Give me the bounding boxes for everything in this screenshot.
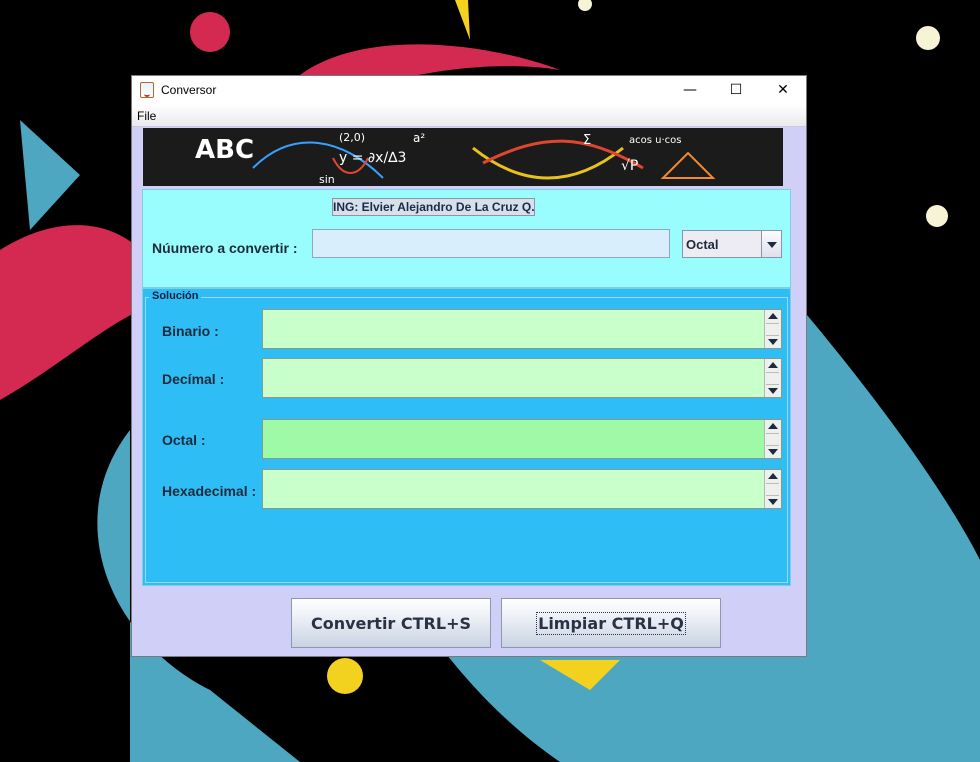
- chalk-sin: sin: [319, 173, 335, 186]
- decimal-scrollbar[interactable]: [764, 359, 781, 397]
- chalk-root: √P: [621, 158, 638, 174]
- binary-output[interactable]: [262, 309, 782, 349]
- author-label: ING: Elvier Alejandro De La Cruz Q...: [332, 198, 535, 216]
- number-label: Núumero a convertir :: [152, 240, 298, 256]
- chevron-down-icon[interactable]: [761, 231, 781, 257]
- conversor-window: Conversor — ☐ ✕ File ABC y = ∂x/∆3 (2,0)…: [131, 75, 807, 657]
- base-select-value: Octal: [686, 237, 719, 252]
- chalk-sigma: Σ: [583, 133, 591, 148]
- scroll-thumb[interactable]: [766, 372, 779, 385]
- scroll-thumb[interactable]: [766, 433, 779, 446]
- java-app-icon: [140, 82, 154, 98]
- hexadecimal-scrollbar[interactable]: [764, 470, 781, 508]
- math-banner-image: ABC y = ∂x/∆3 (2,0) Σ acos u·cos √P sin …: [143, 128, 783, 186]
- chalk-cos: acos u·cos: [629, 135, 681, 146]
- menu-file[interactable]: File: [137, 109, 156, 123]
- clear-button[interactable]: Limpiar CTRL+Q: [501, 598, 721, 648]
- menu-bar: File: [132, 105, 806, 127]
- scroll-up-icon[interactable]: [768, 313, 778, 319]
- scroll-thumb[interactable]: [766, 483, 779, 496]
- scroll-down-icon[interactable]: [768, 388, 778, 394]
- octal-scrollbar[interactable]: [764, 420, 781, 458]
- octal-output[interactable]: [262, 419, 782, 459]
- maximize-icon[interactable]: ☐: [713, 76, 759, 105]
- solution-panel: Solución Binario : Decímal : Octal : Hex…: [142, 288, 791, 586]
- window-title: Conversor: [161, 83, 217, 97]
- scroll-up-icon[interactable]: [768, 423, 778, 429]
- hexadecimal-label: Hexadecimal :: [162, 483, 257, 499]
- binary-label: Binario :: [162, 323, 219, 339]
- decimal-label: Decímal :: [162, 371, 225, 387]
- binary-scrollbar[interactable]: [764, 310, 781, 348]
- solution-legend: Solución: [149, 290, 202, 302]
- scroll-up-icon[interactable]: [768, 362, 778, 368]
- close-icon[interactable]: ✕: [760, 76, 806, 105]
- chalk-abc: ABC: [195, 135, 254, 165]
- chalk-point: (2,0): [339, 131, 365, 144]
- decimal-output[interactable]: [262, 358, 782, 398]
- scroll-up-icon[interactable]: [768, 473, 778, 479]
- scroll-down-icon[interactable]: [768, 499, 778, 505]
- chalk-square: a²: [413, 131, 425, 145]
- clear-button-label: Limpiar CTRL+Q: [536, 612, 686, 635]
- octal-label: Octal :: [162, 432, 206, 448]
- hexadecimal-output[interactable]: [262, 469, 782, 509]
- scroll-thumb[interactable]: [766, 323, 779, 336]
- minimize-icon[interactable]: —: [667, 76, 713, 105]
- scroll-down-icon[interactable]: [768, 449, 778, 455]
- scroll-down-icon[interactable]: [768, 339, 778, 345]
- chalk-formula: y = ∂x/∆3: [339, 150, 406, 166]
- input-panel: ING: Elvier Alejandro De La Cruz Q... Nú…: [142, 189, 791, 288]
- base-select[interactable]: Octal: [682, 230, 782, 258]
- title-bar[interactable]: Conversor — ☐ ✕: [132, 76, 806, 105]
- math-banner-art: ABC y = ∂x/∆3 (2,0) Σ acos u·cos √P sin …: [143, 128, 783, 186]
- convert-button[interactable]: Convertir CTRL+S: [291, 598, 491, 648]
- number-input[interactable]: [312, 229, 670, 258]
